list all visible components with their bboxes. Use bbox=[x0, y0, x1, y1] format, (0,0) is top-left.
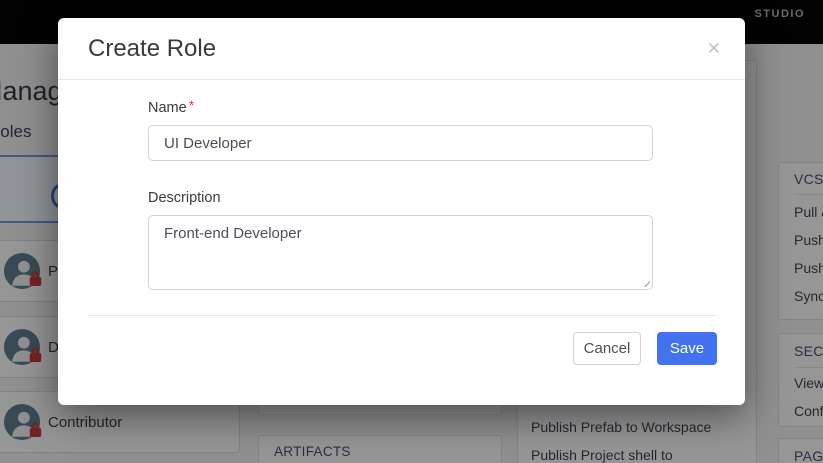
required-marker: * bbox=[189, 97, 194, 113]
name-label-text: Name bbox=[148, 100, 187, 116]
name-label: Name* bbox=[148, 99, 194, 116]
save-button[interactable]: Save bbox=[657, 332, 717, 365]
description-field[interactable]: Front-end Developer bbox=[148, 215, 653, 290]
screen: STUDIO Manage Roles Pr bbox=[0, 0, 823, 463]
description-field-wrap: Front-end Developer bbox=[148, 215, 653, 290]
create-role-modal: Create Role ✕ Name* Description Front-en… bbox=[58, 18, 745, 405]
name-field[interactable] bbox=[148, 125, 653, 161]
footer-divider bbox=[88, 315, 717, 316]
modal-title: Create Role bbox=[88, 18, 216, 80]
modal-header: Create Role ✕ bbox=[58, 18, 745, 80]
close-icon[interactable]: ✕ bbox=[707, 18, 721, 80]
description-label: Description bbox=[148, 190, 221, 206]
cancel-button[interactable]: Cancel bbox=[573, 332, 641, 365]
